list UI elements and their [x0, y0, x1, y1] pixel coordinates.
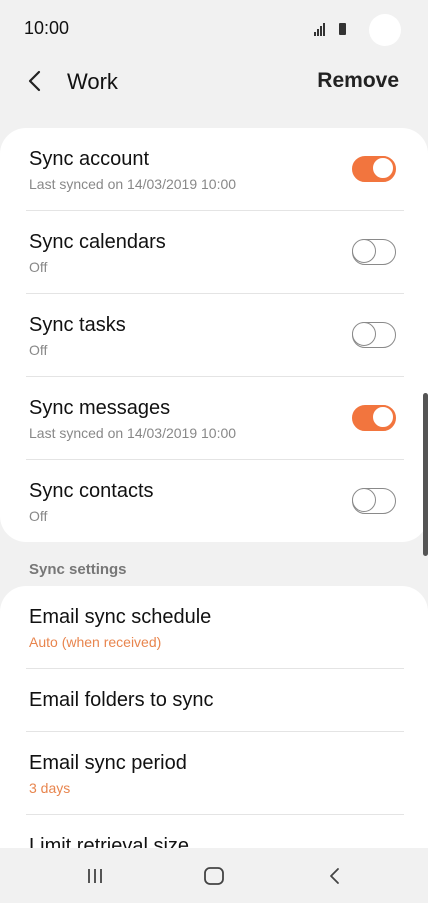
status-bar: 10:00 — [0, 0, 428, 56]
row-title: Sync tasks — [29, 314, 126, 336]
sync-settings-header: Sync settings — [29, 561, 127, 578]
row-subtitle: Last synced on 14/03/2019 10:00 — [29, 425, 237, 441]
row-title: Sync contacts — [29, 480, 154, 502]
row-title: Limit retrieval size — [29, 835, 190, 848]
phone-screen: 10:00 Work Remove Sync account Last sync… — [0, 0, 428, 903]
sync-contacts-toggle[interactable] — [352, 488, 396, 514]
row-subtitle: Off — [29, 259, 48, 275]
sync-contacts-row[interactable]: Sync contacts Off — [0, 460, 428, 543]
status-icons — [314, 20, 346, 36]
app-bar: Work Remove — [0, 56, 428, 108]
signal-icon — [314, 22, 328, 36]
row-subtitle: Last synced on 14/03/2019 10:00 — [29, 176, 237, 192]
sync-account-row[interactable]: Sync account Last synced on 14/03/2019 1… — [0, 128, 428, 211]
sync-account-toggle[interactable] — [352, 156, 396, 182]
row-title: Email folders to sync — [29, 689, 214, 711]
back-icon — [330, 868, 339, 884]
back-button[interactable] — [20, 66, 50, 96]
email-sync-schedule-row[interactable]: Email sync schedule Auto (when received) — [0, 586, 428, 669]
recents-icon — [88, 869, 102, 883]
email-sync-period-row[interactable]: Email sync period 3 days — [0, 732, 428, 815]
limit-retrieval-size-row[interactable]: Limit retrieval size — [0, 815, 428, 848]
nav-back-button[interactable] — [315, 862, 355, 890]
row-title: Email sync schedule — [29, 606, 212, 628]
email-folders-row[interactable]: Email folders to sync — [0, 669, 428, 731]
sync-calendars-toggle[interactable] — [352, 239, 396, 265]
sync-tasks-row[interactable]: Sync tasks Off — [0, 294, 428, 377]
row-subtitle: Off — [29, 508, 48, 524]
chevron-left-icon — [28, 70, 41, 92]
status-time: 10:00 — [24, 18, 70, 38]
navigation-bar — [0, 848, 428, 903]
row-title: Email sync period — [29, 752, 187, 774]
sync-settings-card: Email sync schedule Auto (when received)… — [0, 586, 428, 848]
home-icon — [204, 867, 224, 885]
row-subtitle: Auto (when received) — [29, 634, 162, 650]
recents-button[interactable] — [75, 862, 115, 890]
row-subtitle: 3 days — [29, 780, 71, 796]
sync-messages-toggle[interactable] — [352, 405, 396, 431]
battery-icon — [338, 22, 346, 35]
remove-button[interactable]: Remove — [317, 69, 399, 93]
row-title: Sync account — [29, 148, 150, 170]
row-title: Sync messages — [29, 397, 171, 419]
sync-tasks-toggle[interactable] — [352, 322, 396, 348]
sync-messages-row[interactable]: Sync messages Last synced on 14/03/2019 … — [0, 377, 428, 460]
row-subtitle: Off — [29, 342, 48, 358]
scrollbar[interactable] — [423, 393, 428, 556]
sync-options-card: Sync account Last synced on 14/03/2019 1… — [0, 128, 428, 542]
page-title: Work — [67, 69, 118, 94]
camera-cutout — [369, 14, 401, 46]
home-button[interactable] — [194, 862, 234, 890]
row-title: Sync calendars — [29, 231, 166, 253]
sync-calendars-row[interactable]: Sync calendars Off — [0, 211, 428, 294]
